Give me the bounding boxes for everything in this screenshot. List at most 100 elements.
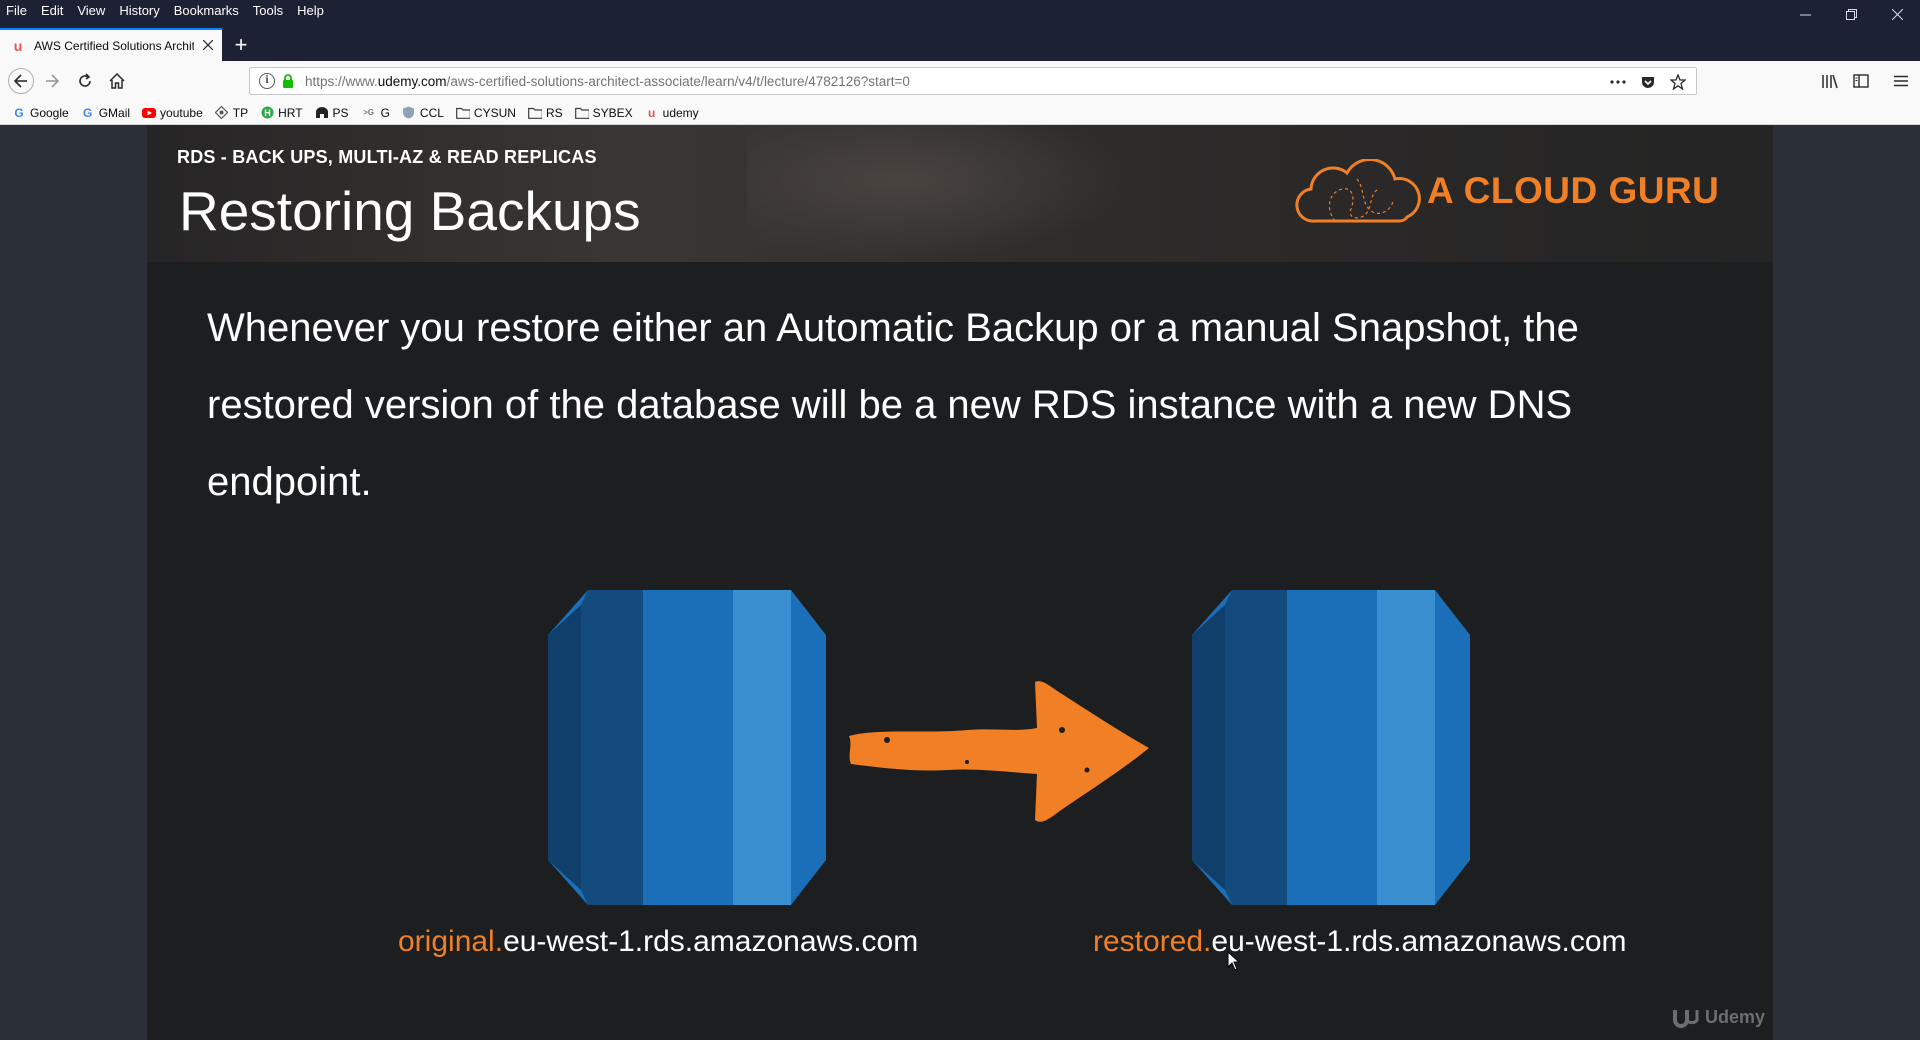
url-domain: udemy.com bbox=[377, 73, 447, 89]
window-controls bbox=[1782, 0, 1920, 28]
page-actions-button[interactable] bbox=[1608, 72, 1628, 92]
bookmark-star-button[interactable] bbox=[1668, 72, 1688, 92]
bookmark-tp[interactable]: TP bbox=[215, 106, 248, 120]
minimize-icon bbox=[1799, 14, 1811, 15]
endpoint-domain: eu-west-1.rds.amazonaws.com bbox=[1211, 925, 1627, 958]
bookmark-folder-rs[interactable]: RS bbox=[528, 106, 563, 120]
library-button[interactable] bbox=[1818, 69, 1842, 93]
slide-header: RDS - BACK UPS, MULTI-AZ & READ REPLICAS… bbox=[147, 125, 1773, 262]
hamburger-menu-button[interactable] bbox=[1889, 69, 1913, 93]
endpoint-prefix: restored. bbox=[1093, 925, 1212, 958]
menu-edit[interactable]: Edit bbox=[34, 0, 70, 21]
bookmark-hrt[interactable]: H HRT bbox=[260, 105, 303, 120]
menu-bar: File Edit View History Bookmarks Tools H… bbox=[0, 0, 1920, 21]
bookmark-folder-sybex[interactable]: SYBEX bbox=[574, 105, 633, 120]
tab-active[interactable]: u AWS Certified Solutions Architect bbox=[0, 28, 222, 61]
url-actions bbox=[1608, 72, 1688, 92]
bookmark-label: GMail bbox=[98, 105, 131, 120]
bookmark-label: HRT bbox=[278, 105, 303, 120]
bookmark-label: CCL bbox=[419, 105, 444, 120]
udemy-icon: u bbox=[647, 105, 656, 120]
ps-icon bbox=[315, 106, 329, 120]
bookmark-label: Google bbox=[30, 105, 69, 120]
slide-body-text: Whenever you restore either an Automatic… bbox=[207, 306, 1579, 504]
navigation-toolbar: i https://www.udemy.com/aws-certified-so… bbox=[0, 61, 1920, 101]
bookmark-ccl[interactable]: CCL bbox=[402, 106, 444, 120]
new-tab-button[interactable]: + bbox=[228, 28, 254, 61]
original-endpoint: original.eu-west-1.rds.amazonaws.com bbox=[398, 925, 918, 959]
more-dots-icon bbox=[1610, 80, 1626, 84]
slide-title: Restoring Backups bbox=[179, 180, 641, 242]
pocket-button[interactable] bbox=[1638, 72, 1658, 92]
svg-text:H: H bbox=[264, 108, 271, 118]
forward-button[interactable] bbox=[40, 69, 64, 93]
bookmark-label: PS bbox=[332, 105, 349, 120]
bookmark-folder-cysun[interactable]: CYSUN bbox=[456, 106, 516, 120]
bookmark-g[interactable]: >G G bbox=[361, 106, 390, 120]
folder-icon bbox=[456, 106, 470, 120]
udemy-watermark: Udemy bbox=[1672, 1006, 1765, 1028]
back-arrow-icon bbox=[14, 74, 27, 88]
menu-file[interactable]: File bbox=[0, 0, 34, 21]
minimize-button[interactable] bbox=[1782, 0, 1828, 28]
menu-view[interactable]: View bbox=[70, 0, 112, 21]
cloud-logo-icon bbox=[1295, 159, 1421, 223]
home-icon bbox=[109, 73, 125, 89]
bookmark-google[interactable]: G Google bbox=[12, 105, 69, 120]
bookmark-udemy[interactable]: u udemy bbox=[645, 106, 699, 120]
address-bar[interactable]: i https://www.udemy.com/aws-certified-so… bbox=[249, 67, 1697, 95]
ccl-icon bbox=[402, 106, 416, 120]
hamburger-menu-icon bbox=[1894, 75, 1908, 87]
site-info-icon[interactable]: i bbox=[259, 73, 275, 89]
menu-bookmarks[interactable]: Bookmarks bbox=[167, 0, 246, 21]
bookmark-gmail[interactable]: G GMail bbox=[81, 106, 130, 120]
sidebar-button[interactable] bbox=[1849, 69, 1873, 93]
pocket-icon bbox=[1642, 77, 1654, 88]
header-background-photo bbox=[747, 125, 1127, 262]
tp-icon bbox=[215, 106, 229, 120]
endpoint-prefix: original. bbox=[398, 925, 504, 958]
browser-titlebar: File Edit View History Bookmarks Tools H… bbox=[0, 0, 1920, 61]
url-text[interactable]: https://www.udemy.com/aws-certified-solu… bbox=[305, 74, 910, 89]
hrt-icon: H bbox=[260, 106, 274, 120]
video-player[interactable]: RDS - BACK UPS, MULTI-AZ & READ REPLICAS… bbox=[147, 125, 1773, 1040]
rds-database-icon bbox=[548, 590, 826, 905]
lock-icon[interactable] bbox=[281, 74, 295, 88]
back-button[interactable] bbox=[8, 68, 34, 94]
orange-arrow-icon bbox=[849, 681, 1149, 822]
bookmark-ps[interactable]: PS bbox=[315, 106, 349, 120]
library-icon bbox=[1822, 74, 1838, 89]
tab-close-button[interactable] bbox=[200, 37, 216, 54]
youtube-icon bbox=[142, 106, 157, 120]
reload-icon bbox=[79, 73, 91, 87]
udemy-favicon-icon: u bbox=[13, 37, 23, 54]
bookmark-youtube[interactable]: youtube bbox=[142, 106, 203, 120]
close-window-button[interactable] bbox=[1874, 0, 1920, 28]
restore-button[interactable] bbox=[1828, 0, 1874, 28]
menu-help[interactable]: Help bbox=[290, 0, 331, 21]
udemy-logo-icon bbox=[1672, 1010, 1699, 1028]
bookmark-label: udemy bbox=[662, 105, 699, 120]
bookmark-label: G bbox=[380, 105, 390, 120]
watermark-text: Udemy bbox=[1704, 1006, 1765, 1027]
close-icon bbox=[1891, 8, 1903, 20]
reload-button[interactable] bbox=[73, 69, 97, 93]
endpoint-domain: eu-west-1.rds.amazonaws.com bbox=[503, 925, 919, 958]
url-prefix: https://www. bbox=[305, 73, 378, 89]
mouse-cursor-icon bbox=[1227, 951, 1241, 971]
section-label: RDS - BACK UPS, MULTI-AZ & READ REPLICAS bbox=[177, 147, 597, 167]
bookmark-label: SYBEX bbox=[592, 105, 633, 120]
bookmark-label: CYSUN bbox=[473, 105, 516, 120]
brand-name: A CLOUD GURU bbox=[1427, 170, 1720, 211]
url-path: /aws-certified-solutions-architect-assoc… bbox=[446, 73, 910, 89]
bookmarks-toolbar: G Google G GMail youtube TP H HRT PS >G … bbox=[0, 101, 1920, 125]
menu-history[interactable]: History bbox=[112, 0, 166, 21]
folder-icon bbox=[574, 106, 589, 120]
star-icon bbox=[1670, 74, 1686, 90]
restore-icon bbox=[1845, 8, 1857, 20]
close-icon bbox=[202, 39, 214, 51]
bookmark-label: youtube bbox=[160, 105, 203, 120]
menu-tools[interactable]: Tools bbox=[246, 0, 290, 21]
home-button[interactable] bbox=[105, 69, 129, 93]
restored-endpoint: restored.eu-west-1.rds.amazonaws.com bbox=[1093, 925, 1627, 959]
